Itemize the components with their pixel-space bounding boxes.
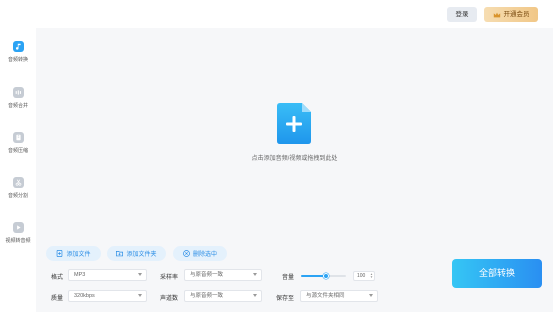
sample-rate-select[interactable]: 与原音频一致 bbox=[184, 269, 262, 281]
delete-selected-button[interactable]: 删除选中 bbox=[173, 246, 227, 261]
close-circle-icon bbox=[183, 250, 190, 257]
vip-button[interactable]: 开通会员 bbox=[484, 7, 538, 22]
format-select[interactable]: MP3 bbox=[68, 269, 147, 281]
add-file-icon[interactable] bbox=[277, 103, 311, 144]
channels-label: 声道数 bbox=[160, 296, 179, 302]
crown-icon bbox=[493, 12, 500, 17]
sidebar-item-audio-split[interactable]: 音频分割 bbox=[0, 177, 36, 207]
format-value: MP3 bbox=[74, 272, 86, 278]
chevron-down-icon bbox=[253, 294, 257, 297]
quality-select[interactable]: 320kbps bbox=[68, 290, 147, 302]
volume-value: 100 bbox=[357, 273, 366, 279]
sidebar-item-label: 音频转换 bbox=[7, 57, 28, 63]
sidebar-item-audio-convert[interactable]: 音频转换 bbox=[0, 41, 36, 71]
vip-button-label: 开通会员 bbox=[503, 11, 530, 18]
compress-icon bbox=[12, 132, 24, 143]
file-plus-icon bbox=[57, 250, 63, 257]
sidebar-item-label: 音频合并 bbox=[7, 103, 28, 109]
volume-input[interactable]: 100 ▲ ▼ bbox=[353, 271, 375, 281]
sidebar-item-audio-compress[interactable]: 音频压缩 bbox=[0, 132, 36, 162]
drop-hint-text: 点击添加音频/视频或拖拽到此处 bbox=[251, 156, 338, 162]
chevron-down-icon bbox=[138, 273, 142, 276]
scissors-icon bbox=[12, 177, 24, 188]
top-bar: 登录 开通会员 bbox=[0, 0, 553, 28]
volume-label: 音量 bbox=[282, 275, 295, 281]
sidebar-item-label: 音频分割 bbox=[7, 193, 28, 199]
chevron-down-icon bbox=[138, 294, 142, 297]
merge-icon bbox=[12, 87, 24, 98]
save-to-select[interactable]: 与源文件夹相同 bbox=[300, 290, 378, 302]
add-file-label: 添加文件 bbox=[66, 252, 91, 258]
drop-zone[interactable]: 点击添加音频/视频或拖拽到此处 bbox=[36, 28, 553, 235]
login-button[interactable]: 登录 bbox=[447, 7, 477, 22]
sidebar-item-audio-merge[interactable]: 音频合并 bbox=[0, 87, 36, 117]
sample-rate-label: 采样率 bbox=[160, 275, 179, 281]
add-folder-label: 添加文件夹 bbox=[126, 252, 157, 258]
sidebar-item-label: 视频转音频 bbox=[5, 238, 31, 244]
delete-selected-label: 删除选中 bbox=[192, 252, 217, 258]
volume-slider-thumb[interactable] bbox=[322, 273, 329, 279]
folder-plus-icon bbox=[116, 251, 124, 257]
chevron-down-icon bbox=[253, 273, 257, 276]
save-to-label: 保存至 bbox=[276, 296, 295, 302]
sample-rate-value: 与原音频一致 bbox=[190, 272, 224, 278]
format-label: 格式 bbox=[51, 275, 64, 281]
sidebar-item-video-to-audio[interactable]: 视频转音频 bbox=[0, 222, 36, 252]
video-icon bbox=[12, 222, 24, 233]
channels-select[interactable]: 与原音频一致 bbox=[184, 290, 262, 302]
quality-value: 320kbps bbox=[74, 293, 95, 299]
save-to-value: 与源文件夹相同 bbox=[306, 293, 345, 299]
chevron-down-icon bbox=[369, 294, 373, 297]
channels-value: 与原音频一致 bbox=[190, 293, 224, 299]
music-note-icon bbox=[12, 41, 24, 52]
stepper-icon[interactable]: ▲ ▼ bbox=[370, 273, 373, 279]
add-folder-button[interactable]: 添加文件夹 bbox=[107, 246, 166, 261]
volume-slider[interactable] bbox=[301, 273, 346, 279]
quality-label: 质量 bbox=[51, 296, 64, 302]
settings-panel: 添加文件 添加文件夹 删除选中 格式 MP3 采样率 与原音频一致 音量 100… bbox=[36, 235, 553, 312]
convert-all-button[interactable]: 全部转换 bbox=[452, 259, 542, 288]
sidebar: 音频转换 音频合并 音频压缩 音频分割 视频转音频 bbox=[0, 28, 36, 312]
add-file-button[interactable]: 添加文件 bbox=[46, 246, 101, 261]
sidebar-item-label: 音频压缩 bbox=[7, 148, 28, 154]
